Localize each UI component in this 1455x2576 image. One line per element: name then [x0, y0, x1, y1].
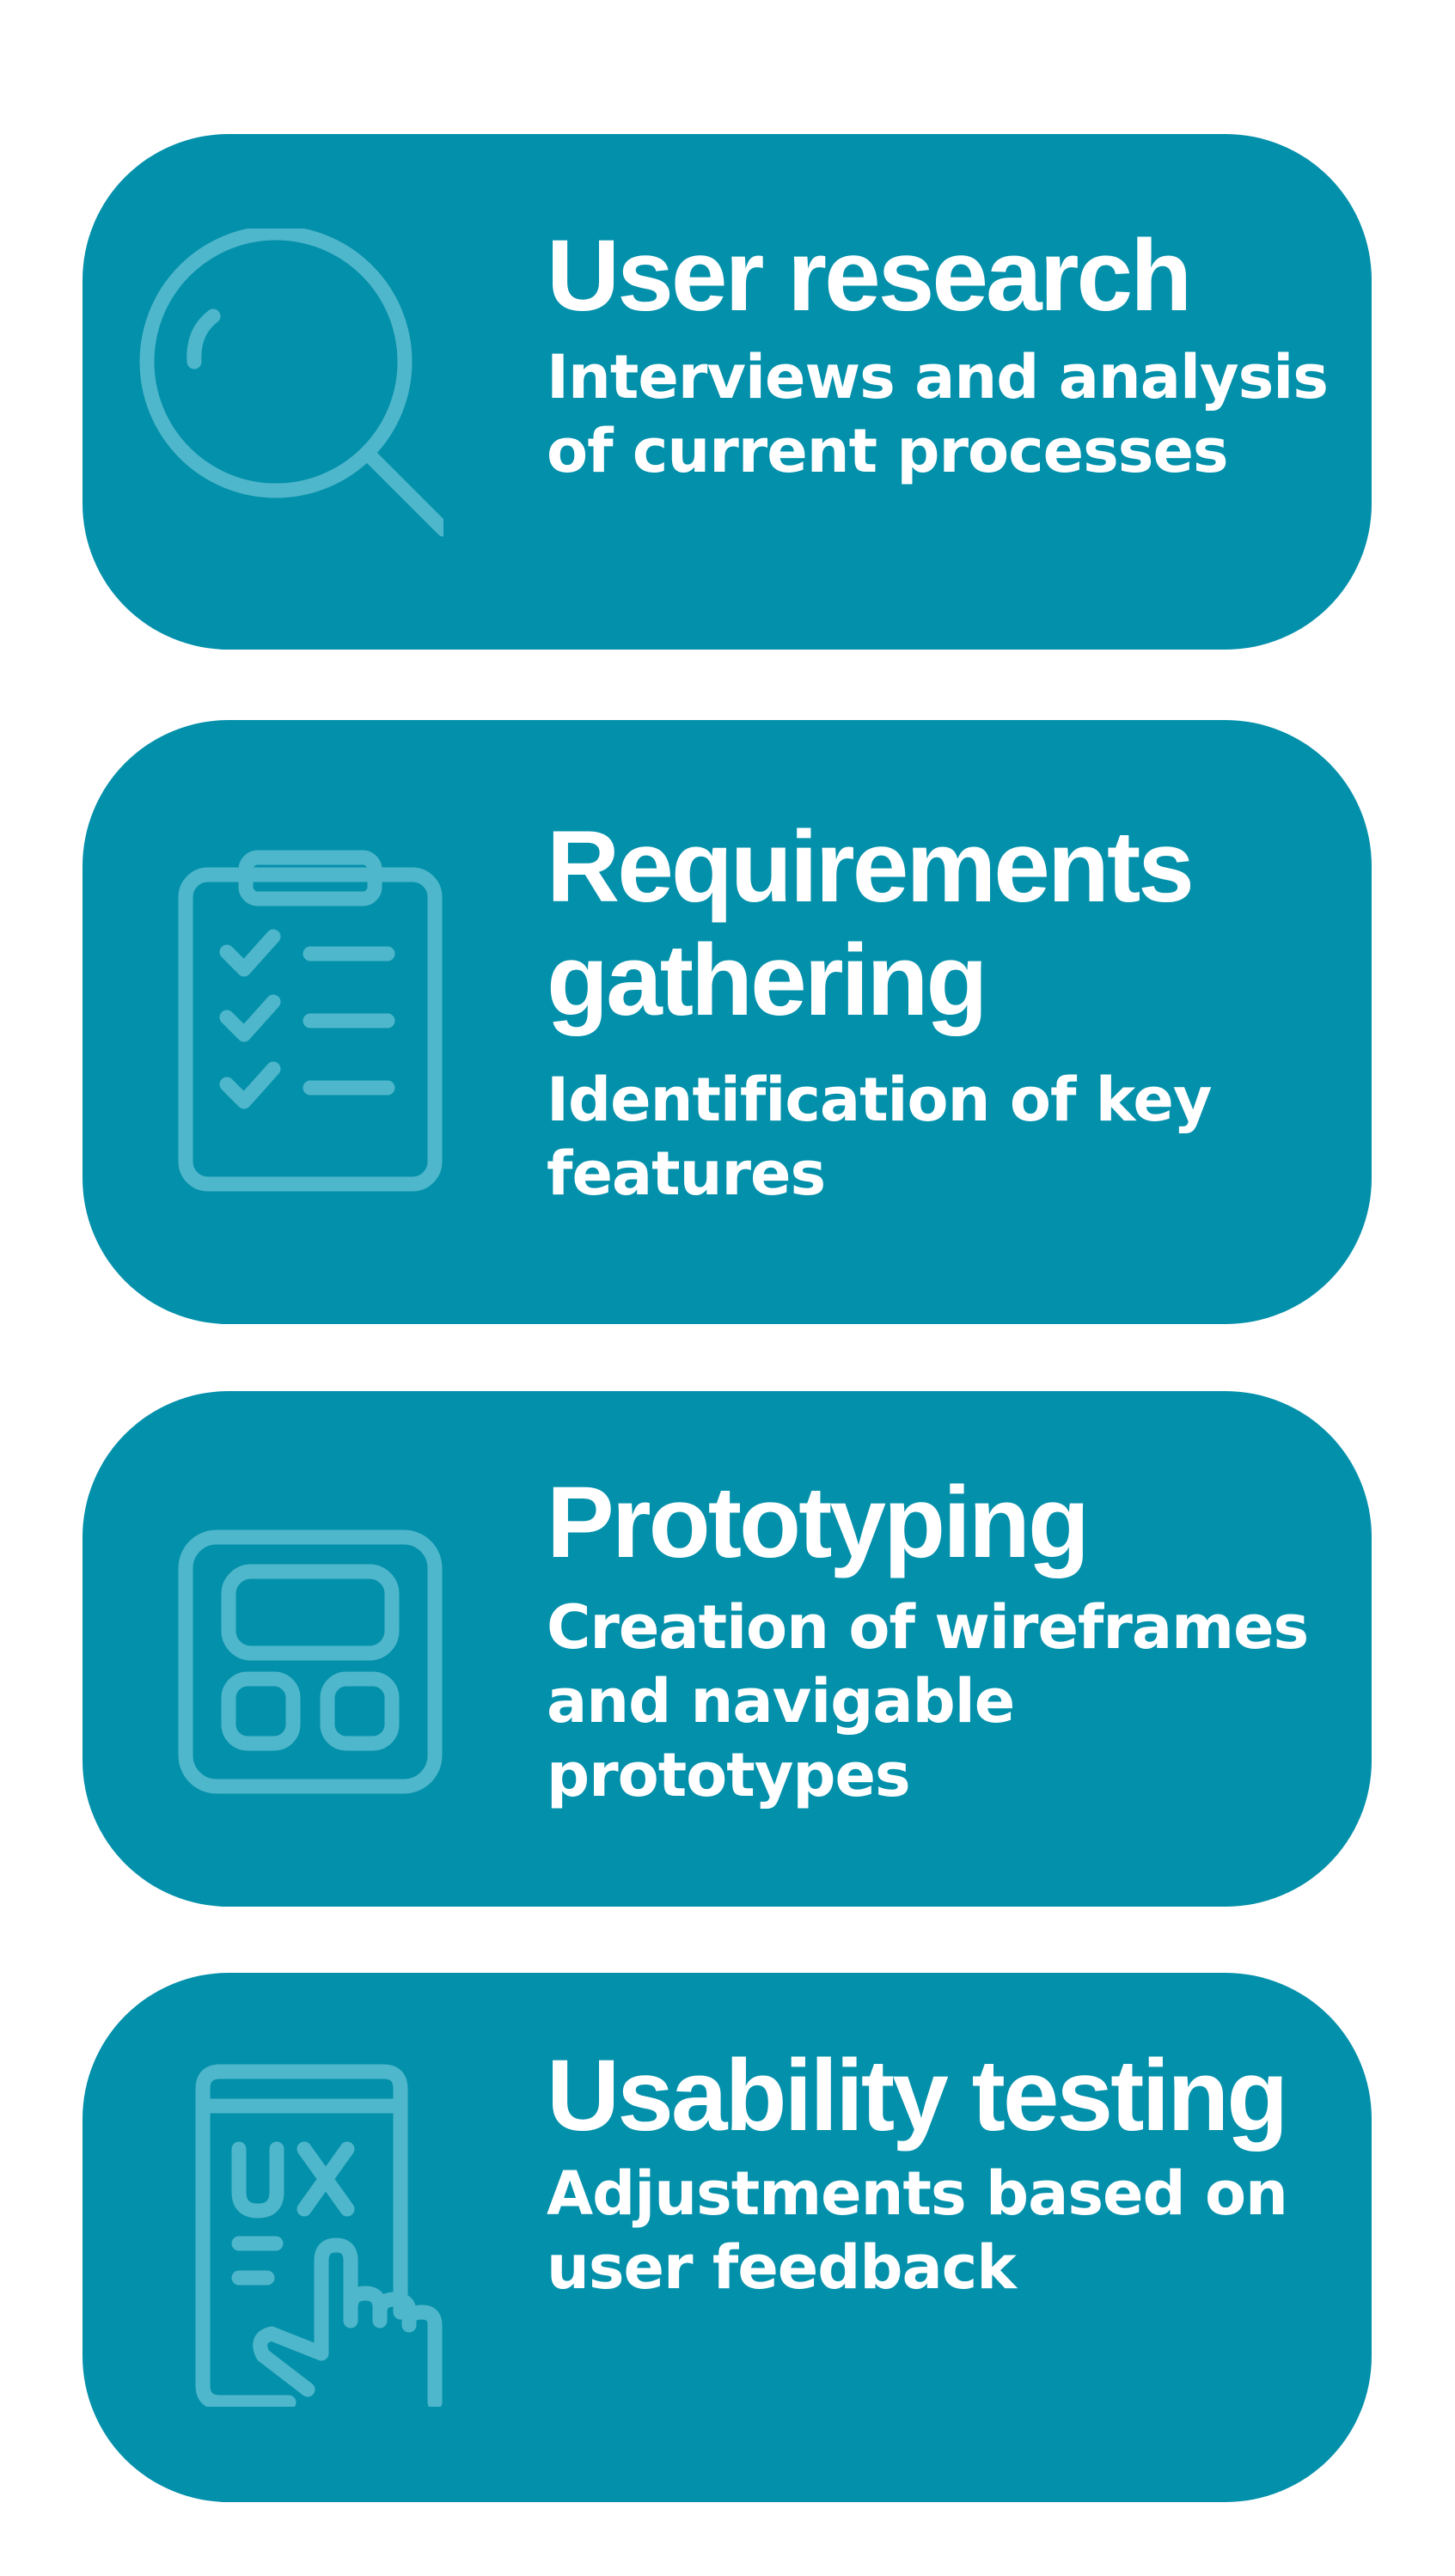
clipboard-checklist-icon: [177, 849, 452, 1193]
card-description: Identification of key features: [547, 1065, 1213, 1209]
card-text: Usability testing Adjustments based on u…: [547, 2040, 1337, 2304]
card-title: Prototyping: [547, 1466, 1090, 1579]
card-text: User research Interviews and analysis of…: [547, 220, 1337, 488]
card-prototyping: Prototyping Creation of wireframes and n…: [83, 1391, 1372, 1907]
card-requirements-gathering: Requirements gathering Identification of…: [83, 720, 1372, 1324]
card-usability-testing: Usability testing Adjustments based on u…: [83, 1973, 1372, 2502]
card-description: Adjustments based on user feedback: [547, 2158, 1288, 2303]
card-title: Requirements gathering: [547, 810, 1195, 1037]
card-user-research: User research Interviews and analysis of…: [83, 134, 1372, 650]
card-title: Usability testing: [547, 2039, 1288, 2152]
card-text: Prototyping Creation of wireframes and n…: [547, 1467, 1337, 1812]
wireframe-layout-icon: [177, 1529, 443, 1795]
magnifying-glass-icon: [134, 229, 443, 555]
ux-touch-screen-icon: [194, 2063, 443, 2407]
card-description: Interviews and analysis of current proce…: [547, 342, 1329, 486]
card-description: Creation of wireframes and navigable pro…: [547, 1592, 1309, 1810]
card-title: User research: [547, 219, 1192, 333]
card-text: Requirements gathering Identification of…: [547, 810, 1337, 1211]
